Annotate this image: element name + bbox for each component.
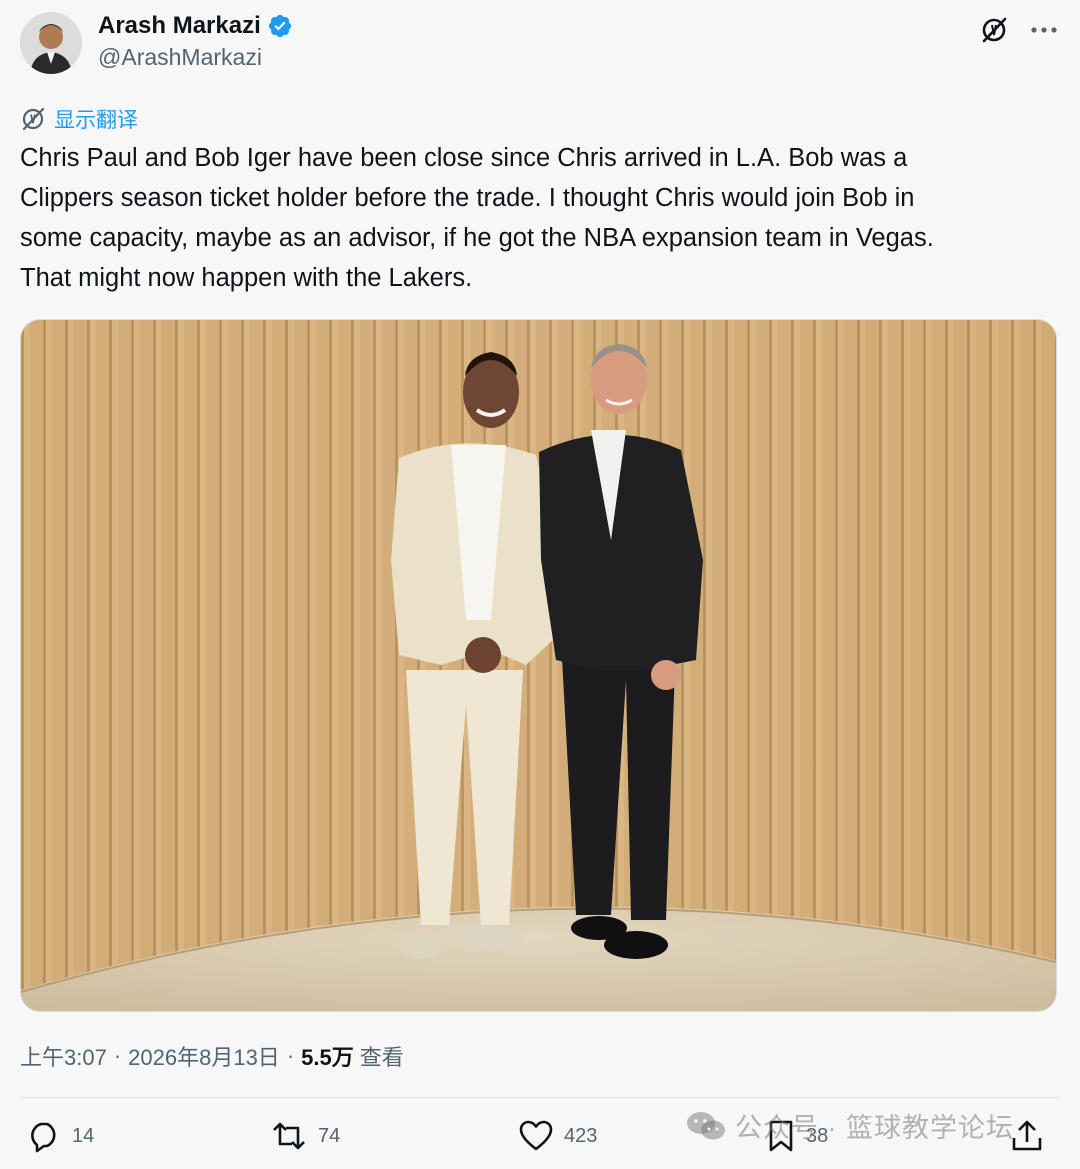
tweet-line: That might now happen with the Lakers. [20, 264, 473, 292]
meta-separator: · [286, 1043, 295, 1068]
handle[interactable]: @ArashMarkazi [98, 44, 293, 71]
show-translation-label[interactable]: 显示翻译 [54, 104, 138, 134]
verified-badge-icon [268, 14, 291, 38]
tweet-header: Arash Markazi @ArashMarkazi [20, 10, 1060, 76]
tweet-line: some capacity, maybe as an advisor, if h… [20, 224, 934, 252]
tweet-time[interactable]: 上午3:07 [20, 1040, 107, 1072]
divider [20, 1097, 1060, 1098]
no-translate-icon[interactable] [978, 14, 1010, 46]
more-dots-icon[interactable] [1028, 14, 1060, 46]
tweet-date[interactable]: 2026年8月13日 [128, 1040, 280, 1072]
show-translation-link[interactable]: 显示翻译 [20, 104, 138, 134]
repost-count: 74 [318, 1124, 341, 1147]
repost-icon [273, 1122, 305, 1150]
watermark-text: 公众号 · 篮球教学论坛 [735, 1113, 1014, 1143]
tweet-line: Chris Paul and Bob Iger have been close … [20, 144, 908, 172]
tweet-photo[interactable] [20, 319, 1057, 1012]
tweet-meta: 上午3:07 · 2026年8月13日 · 5.5万 查看 [20, 1040, 404, 1072]
reply-button[interactable]: 14 [26, 1114, 94, 1158]
watermark: 公众号 · 篮球教学论坛 [685, 1106, 1014, 1145]
share-icon [1012, 1120, 1042, 1151]
views-label: 查看 [359, 1045, 404, 1070]
share-button[interactable] [1010, 1114, 1044, 1158]
avatar[interactable] [20, 12, 82, 74]
heart-icon [519, 1120, 553, 1151]
views-count[interactable]: 5.5万 [301, 1040, 354, 1072]
no-translate-icon [22, 107, 45, 131]
repost-button[interactable]: 74 [270, 1114, 340, 1158]
like-button[interactable]: 423 [518, 1114, 597, 1158]
tweet-line: Clippers season ticket holder before the… [20, 184, 915, 212]
meta-separator: · [113, 1043, 122, 1068]
reply-count: 14 [72, 1124, 95, 1147]
reply-icon [31, 1122, 56, 1153]
tweet-text: Chris Paul and Bob Iger have been close … [20, 138, 1060, 298]
display-name[interactable]: Arash Markazi [98, 12, 261, 40]
wechat-icon [687, 1111, 725, 1139]
like-count: 423 [564, 1124, 598, 1147]
